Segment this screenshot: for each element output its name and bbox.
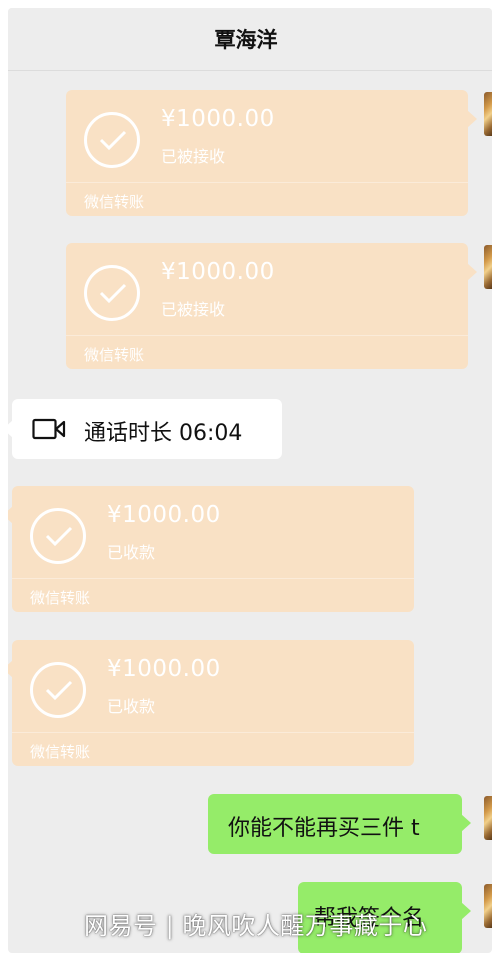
- check-circle-icon: [30, 662, 86, 718]
- bubble-tail: [8, 506, 13, 524]
- message-text: 你能不能再买三件 t: [228, 816, 420, 841]
- transfer-status: 已被接收: [161, 147, 226, 166]
- divider: [66, 335, 468, 336]
- transfer-label: 微信转账: [84, 346, 145, 364]
- transfer-label: 微信转账: [30, 589, 91, 607]
- transfer-message[interactable]: ¥1000.00 已收款 微信转账: [8, 486, 414, 612]
- video-camera-icon: [32, 418, 66, 444]
- bubble-tail: [461, 902, 471, 920]
- transfer-message[interactable]: ¥1000.00 已被接收 微信转账: [66, 90, 477, 216]
- bubble-tail: [461, 814, 471, 832]
- bubble-tail: [467, 110, 477, 128]
- avatar[interactable]: [484, 245, 492, 289]
- avatar[interactable]: [484, 796, 492, 840]
- transfer-label: 微信转账: [30, 743, 91, 761]
- text-message[interactable]: 你能不能再买三件 t: [208, 794, 471, 854]
- watermark: 网易号 | 晚风吹人醒万事藏于心: [84, 912, 428, 940]
- chat-title: 覃海洋: [214, 28, 278, 52]
- call-duration-message[interactable]: 通话时长 06:04: [8, 399, 282, 459]
- transfer-amount: ¥1000.00: [107, 502, 221, 528]
- divider: [12, 732, 414, 733]
- avatar[interactable]: [484, 92, 492, 136]
- transfer-message[interactable]: ¥1000.00 已收款 微信转账: [8, 640, 414, 766]
- divider: [12, 578, 414, 579]
- screenshot: 覃海洋 ¥1000.00 已被接收 微信转账 ¥1000.00 已被接收 微信转…: [0, 0, 500, 953]
- bubble-tail: [8, 420, 13, 438]
- divider: [66, 182, 468, 183]
- transfer-status: 已被接收: [161, 300, 226, 319]
- avatar[interactable]: [484, 884, 492, 928]
- check-circle-icon: [30, 508, 86, 564]
- chat-header: 覃海洋: [8, 8, 492, 71]
- transfer-status: 已收款: [107, 543, 156, 562]
- bubble-tail: [8, 660, 13, 678]
- transfer-status: 已收款: [107, 697, 156, 716]
- check-circle-icon: [84, 265, 140, 321]
- transfer-amount: ¥1000.00: [161, 259, 275, 285]
- transfer-label: 微信转账: [84, 193, 145, 211]
- bubble-tail: [467, 263, 477, 281]
- call-duration-text: 通话时长 06:04: [84, 421, 243, 446]
- check-circle-icon: [84, 112, 140, 168]
- chat-window: 覃海洋 ¥1000.00 已被接收 微信转账 ¥1000.00 已被接收 微信转…: [8, 8, 492, 953]
- transfer-amount: ¥1000.00: [161, 106, 275, 132]
- transfer-amount: ¥1000.00: [107, 656, 221, 682]
- transfer-message[interactable]: ¥1000.00 已被接收 微信转账: [66, 243, 477, 369]
